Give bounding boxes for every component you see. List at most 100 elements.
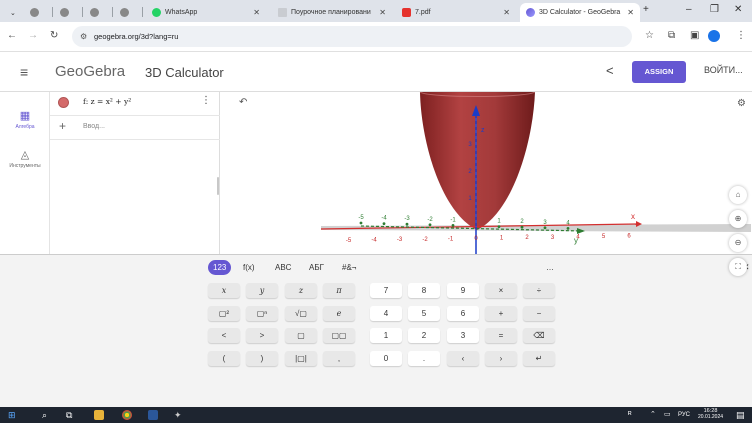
tab-whatsapp[interactable]: WhatsApp ✕ (146, 3, 266, 22)
algebra-row-f[interactable]: f: z = x² + y² ⋮ (50, 92, 220, 116)
keyboard-key[interactable]: π (323, 283, 355, 298)
algebra-input[interactable]: Ввод... (83, 123, 105, 130)
zoom-out-button[interactable]: ⊖ (729, 234, 747, 252)
keyboard-key[interactable]: × (485, 283, 517, 298)
keyboard-key[interactable]: ) (246, 351, 278, 366)
forward-icon[interactable]: → (28, 30, 38, 41)
kb-tab-latin[interactable]: ABC (275, 260, 291, 275)
keyboard-key[interactable]: y (246, 283, 278, 298)
bookmark-star-icon[interactable]: ☆ (645, 30, 654, 41)
expression-text[interactable]: f: z = x² + y² (83, 97, 131, 106)
keyboard-key[interactable]: √▢ (285, 306, 317, 321)
keyboard-key[interactable]: 2 (408, 328, 440, 343)
kb-more-button[interactable]: … (546, 260, 554, 275)
close-tab-icon[interactable]: ✕ (627, 8, 634, 17)
keyboard-key[interactable]: ( (208, 351, 240, 366)
kb-tab-functions[interactable]: f(x) (243, 260, 255, 275)
keyboard-key[interactable]: ▢ⁿ (246, 306, 278, 321)
close-tab-icon[interactable]: ✕ (379, 8, 386, 17)
algebra-resize-handle[interactable] (217, 177, 219, 195)
tab-4[interactable] (114, 3, 140, 22)
kb-tab-numbers[interactable]: 123 (208, 260, 232, 275)
maximize-button[interactable]: ❐ (710, 4, 719, 15)
network-icon[interactable]: ▭ (664, 410, 671, 418)
profile-avatar[interactable] (708, 30, 720, 42)
keyboard-key[interactable]: ÷ (523, 283, 555, 298)
plus-icon[interactable]: + (59, 119, 66, 133)
keyboard-key[interactable]: . (408, 351, 440, 366)
keyboard-key[interactable]: 3 (447, 328, 479, 343)
keyboard-key[interactable]: ▢▢ (323, 328, 355, 343)
word-icon[interactable] (148, 410, 158, 420)
tab-pdf[interactable]: 7.pdf ✕ (396, 3, 516, 22)
tray-chevron-icon[interactable]: ⌃ (650, 410, 656, 418)
keyboard-key[interactable]: ‹ (447, 351, 479, 366)
fullscreen-button[interactable]: ⛶ (729, 258, 747, 276)
keyboard-key[interactable]: |▢| (285, 351, 317, 366)
algebra-input-row[interactable]: + Ввод... (50, 116, 220, 140)
keyboard-key[interactable]: 9 (447, 283, 479, 298)
keyboard-key[interactable]: 4 (370, 306, 402, 321)
extensions-icon[interactable]: ⧉ (668, 30, 675, 41)
reload-icon[interactable]: ↻ (50, 30, 58, 41)
more-options-icon[interactable]: ⋮ (201, 95, 211, 106)
file-explorer-icon[interactable] (94, 410, 104, 420)
sidepanel-icon[interactable]: ▣ (690, 30, 699, 41)
sidebar-item-tools[interactable]: ◬ Инструменты (0, 148, 50, 169)
keyboard-key[interactable]: e (323, 306, 355, 321)
graphics-3d-view[interactable]: -5 -4 -3 -2 -1 0 1 2 3 4 5 6 -5 -4 -3 -2 -1 1 2 3 4 123 x y… (221, 92, 752, 254)
keyboard-key[interactable]: 1 (370, 328, 402, 343)
login-button[interactable]: ВОЙТИ... (704, 65, 743, 75)
task-view-icon[interactable]: ⧉ (66, 410, 72, 421)
keyboard-key[interactable]: < (208, 328, 240, 343)
tab-1[interactable] (24, 3, 50, 22)
home-view-button[interactable]: ⌂ (729, 186, 747, 204)
keyboard-key[interactable]: = (485, 328, 517, 343)
minimize-button[interactable]: – (686, 4, 692, 15)
visibility-toggle[interactable] (58, 97, 69, 108)
pinned-app-icon[interactable]: ✦ (174, 410, 182, 421)
close-tab-icon[interactable]: ✕ (253, 8, 260, 17)
search-icon[interactable]: ⌕ (42, 410, 47, 421)
undo-icon[interactable]: ↶ (239, 97, 247, 108)
keyboard-key[interactable]: , (323, 351, 355, 366)
settings-gear-icon[interactable]: ⚙ (737, 98, 746, 109)
kb-tab-symbols[interactable]: #&¬ (342, 260, 356, 275)
language-indicator[interactable]: РУС (678, 412, 690, 418)
keyboard-key[interactable]: 5 (408, 306, 440, 321)
tab-2[interactable] (54, 3, 80, 22)
keyboard-key[interactable]: 0 (370, 351, 402, 366)
url-field[interactable]: ⚙ geogebra.org/3d?lang=ru (72, 26, 632, 47)
sidebar-item-algebra[interactable]: ▦ Алгебра (0, 109, 50, 130)
keyboard-key[interactable]: + (485, 306, 517, 321)
assign-button[interactable]: ASSIGN (632, 61, 686, 83)
share-icon[interactable]: < (606, 63, 614, 78)
hamburger-menu-icon[interactable]: ≡ (20, 64, 28, 80)
tab-list-button[interactable]: ⌄ (4, 3, 20, 22)
back-icon[interactable]: ← (7, 30, 17, 41)
keyboard-key[interactable]: x (208, 283, 240, 298)
tab-lesson-plan[interactable]: Поурочное планировани ✕ (272, 3, 392, 22)
new-tab-button[interactable]: + (643, 4, 649, 15)
notifications-icon[interactable]: ▤ (736, 410, 745, 421)
keyboard-key[interactable]: ▢² (208, 306, 240, 321)
tab-geogebra[interactable]: 3D Calculator - GeoGebra ✕ (520, 3, 640, 22)
close-window-button[interactable]: ✕ (734, 4, 742, 15)
kb-tab-greek[interactable]: АБГ (309, 260, 324, 275)
keyboard-key[interactable]: − (523, 306, 555, 321)
keyboard-key[interactable]: 6 (447, 306, 479, 321)
keyboard-key[interactable]: ⌫ (523, 328, 555, 343)
keyboard-key[interactable]: z (285, 283, 317, 298)
windows-start-icon[interactable]: ⊞ (8, 410, 16, 421)
keyboard-key[interactable]: 8 (408, 283, 440, 298)
keyboard-key[interactable]: › (485, 351, 517, 366)
user-icon[interactable]: ᴿ (628, 410, 632, 419)
chrome-icon[interactable] (122, 410, 132, 420)
close-tab-icon[interactable]: ✕ (503, 8, 510, 17)
tab-3[interactable] (84, 3, 110, 22)
clock[interactable]: 16:28 20.01.2024 (698, 408, 723, 420)
keyboard-key[interactable]: ▢ (285, 328, 317, 343)
keyboard-key[interactable]: > (246, 328, 278, 343)
keyboard-key[interactable]: 7 (370, 283, 402, 298)
keyboard-key[interactable]: ↵ (523, 351, 555, 366)
